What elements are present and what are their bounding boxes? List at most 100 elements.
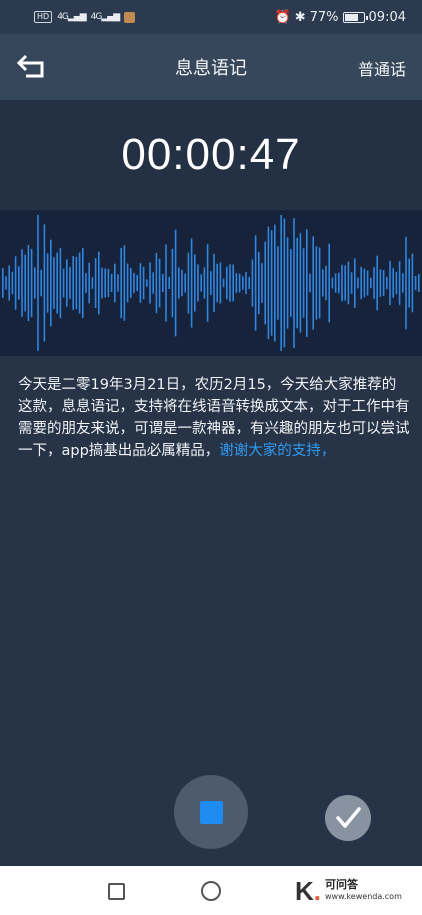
waveform-bar <box>107 268 110 298</box>
watermark-name: 可问答 <box>325 878 359 891</box>
language-selector[interactable]: 普通话 <box>358 56 406 80</box>
waveform-bar <box>264 241 266 325</box>
waveform-bar <box>402 273 404 293</box>
waveform-bar <box>232 264 234 302</box>
done-button[interactable] <box>325 795 371 841</box>
watermark-url: www.kewenda.com <box>325 892 402 901</box>
hd-indicator: HD <box>34 11 53 23</box>
waveform-bar <box>357 277 359 289</box>
waveform-bar <box>376 255 378 311</box>
waveform-bar <box>261 263 263 303</box>
waveform-bar <box>277 246 279 320</box>
waveform-bar <box>238 273 241 293</box>
waveform-bar <box>62 268 65 298</box>
waveform-bar <box>37 215 39 351</box>
waveform-bar <box>21 249 23 317</box>
waveform-bar <box>325 265 327 301</box>
stop-recording-button[interactable] <box>174 775 248 849</box>
title-bar: 息息语记 普通话 <box>0 34 422 100</box>
watermark-k-logo: K. <box>295 876 322 906</box>
waveform-bar <box>91 277 94 289</box>
home-button[interactable] <box>201 881 221 901</box>
waveform-bar <box>165 244 167 322</box>
waveform-bar <box>8 265 10 301</box>
stop-icon <box>199 800 223 824</box>
waveform-bar <box>155 252 158 314</box>
waveform-bar <box>46 253 49 313</box>
waveform-bar <box>235 273 238 293</box>
waveform-bar <box>242 276 244 290</box>
waveform-bar <box>194 254 196 312</box>
signal-icon-2: 4G▂▄▆ <box>90 12 120 22</box>
waveform-bar <box>216 263 218 303</box>
checkmark-icon <box>336 807 361 828</box>
waveform-bar <box>142 266 145 300</box>
waveform-bar <box>120 247 122 319</box>
waveform-bar <box>88 262 90 304</box>
recents-button[interactable] <box>108 883 125 900</box>
waveform-bar <box>184 273 186 293</box>
waveform-bar <box>50 239 52 327</box>
waveform-bar <box>146 279 148 287</box>
waveform-bar <box>203 267 206 299</box>
waveform-bar <box>418 274 420 292</box>
recording-timer: 00:00:47 <box>121 130 301 179</box>
waveform-bar <box>190 238 193 328</box>
waveform-bar <box>229 264 231 302</box>
waveform-bar <box>126 263 129 303</box>
watermark-text: 可问答 www.kewenda.com <box>325 879 402 903</box>
waveform-bar <box>24 254 26 312</box>
waveform-bar <box>270 230 273 336</box>
waveform-bar <box>414 275 417 291</box>
waveform-bar <box>18 266 20 300</box>
waveform-bar <box>334 273 337 293</box>
waveform-bar <box>59 247 62 319</box>
signal-1-label: 4G <box>57 12 69 22</box>
waveform-bar <box>110 273 113 293</box>
waveform-bar <box>114 263 116 303</box>
transcript-highlight: 谢谢大家的支持， <box>219 443 336 459</box>
transcript-text: 今天是二零19年3月21日，农历2月15，今天给大家推荐的这款，息息语记，支持将… <box>18 374 410 462</box>
waveform-bar <box>254 235 257 331</box>
waveform-bar <box>344 265 346 301</box>
waveform-bar <box>302 248 305 318</box>
waveform-bar <box>408 258 410 308</box>
waveform-bar <box>338 272 340 294</box>
waveform-bar <box>286 237 289 329</box>
waveform-bar <box>219 262 222 304</box>
waveform-bar <box>152 272 154 294</box>
status-right: ⏰ ✱ 77% 09:04 <box>275 10 406 25</box>
waveform-bar <box>296 237 298 329</box>
waveform-bar <box>347 261 350 305</box>
page-title: 息息语记 <box>175 58 247 79</box>
waveform-bar <box>318 247 321 319</box>
waveform-bar <box>245 271 247 295</box>
waveform-bar <box>158 258 161 308</box>
timer-area: 00:00:47 <box>0 100 422 210</box>
waveform-bar <box>293 218 295 348</box>
waveform-bar <box>366 270 369 296</box>
waveform-bar <box>94 257 97 309</box>
waveform-bar <box>206 244 209 322</box>
waveform-bar <box>322 269 324 297</box>
back-arrow-icon <box>16 54 44 78</box>
waveform-bar <box>309 273 311 293</box>
waveform-bar <box>149 262 151 304</box>
waveform-bar <box>168 276 170 290</box>
waveform-bar <box>98 251 100 315</box>
system-nav-bar: K. 可问答 www.kewenda.com <box>0 866 422 915</box>
waveform-bar <box>30 248 33 318</box>
waveform-bar <box>373 267 375 299</box>
status-left: HD 4G▂▄▆ 4G▂▄▆ <box>34 11 136 23</box>
waveform-bar <box>178 267 180 299</box>
clock: 09:04 <box>368 9 406 25</box>
waveform-bar <box>398 261 401 305</box>
waveform-bar <box>181 269 183 297</box>
waveform-bar <box>130 268 132 298</box>
back-button[interactable] <box>16 53 48 81</box>
app-notification-icon <box>124 11 136 23</box>
waveform-bar <box>75 256 78 310</box>
waveform-bar <box>136 275 138 291</box>
waveform-bar <box>226 266 228 300</box>
waveform-bar <box>280 215 282 351</box>
